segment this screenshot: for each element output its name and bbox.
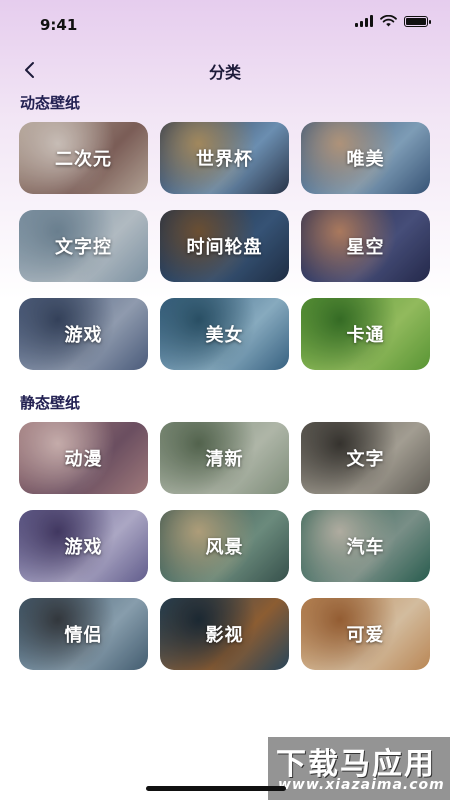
category-label: 清新 xyxy=(205,449,244,470)
category-tile[interactable]: 影视 xyxy=(160,598,289,670)
page-title: 分类 xyxy=(208,63,241,82)
category-label: 文字 xyxy=(346,449,385,470)
category-tile[interactable]: 可爱 xyxy=(301,598,430,670)
category-label: 可爱 xyxy=(346,625,385,646)
category-label: 世界杯 xyxy=(196,149,253,170)
category-tile[interactable]: 游戏 xyxy=(19,510,148,582)
category-tile[interactable]: 星空 xyxy=(301,210,430,282)
nav-bar: 分类 xyxy=(0,52,450,88)
category-tile[interactable]: 时间轮盘 xyxy=(160,210,289,282)
category-tile[interactable]: 文字 xyxy=(301,422,430,494)
category-tile[interactable]: 唯美 xyxy=(301,122,430,194)
category-tile[interactable]: 游戏 xyxy=(19,298,148,370)
category-label: 风景 xyxy=(205,537,244,558)
category-label: 星空 xyxy=(346,237,385,258)
battery-icon xyxy=(404,15,431,27)
watermark: 下载马应用 www.xiazaima.com xyxy=(268,737,450,800)
category-tile[interactable]: 汽车 xyxy=(301,510,430,582)
category-label: 情侣 xyxy=(64,625,103,646)
category-label: 文字控 xyxy=(55,237,112,258)
category-label: 影视 xyxy=(205,625,244,646)
static-wallpaper-grid: 动漫 清新 文字 游戏 风景 汽车 情侣 影视 可爱 xyxy=(19,422,431,670)
watermark-url: www.xiazaima.com xyxy=(278,777,445,793)
section-title-static: 静态壁纸 xyxy=(20,394,81,412)
category-label: 汽车 xyxy=(346,537,385,558)
category-label: 二次元 xyxy=(55,149,112,170)
home-indicator xyxy=(146,786,286,791)
category-label: 游戏 xyxy=(64,537,103,558)
category-tile[interactable]: 文字控 xyxy=(19,210,148,282)
category-tile[interactable]: 美女 xyxy=(160,298,289,370)
dynamic-wallpaper-grid: 二次元 世界杯 唯美 文字控 时间轮盘 星空 游戏 美女 卡通 xyxy=(19,122,431,370)
category-tile[interactable]: 动漫 xyxy=(19,422,148,494)
category-tile[interactable]: 情侣 xyxy=(19,598,148,670)
category-label: 动漫 xyxy=(64,449,103,470)
status-bar: 9:41 xyxy=(0,0,450,48)
category-tile[interactable]: 卡通 xyxy=(301,298,430,370)
status-icons xyxy=(355,15,431,27)
cellular-signal-icon xyxy=(355,15,373,27)
section-title-dynamic: 动态壁纸 xyxy=(20,94,81,112)
status-time: 9:41 xyxy=(40,16,78,34)
category-tile[interactable]: 世界杯 xyxy=(160,122,289,194)
category-label: 卡通 xyxy=(346,325,385,346)
category-label: 美女 xyxy=(205,325,244,346)
category-label: 时间轮盘 xyxy=(186,237,263,258)
category-tile[interactable]: 风景 xyxy=(160,510,289,582)
category-tile[interactable]: 清新 xyxy=(160,422,289,494)
wifi-icon xyxy=(380,15,397,27)
category-label: 唯美 xyxy=(346,149,385,170)
category-label: 游戏 xyxy=(64,325,103,346)
category-tile[interactable]: 二次元 xyxy=(19,122,148,194)
